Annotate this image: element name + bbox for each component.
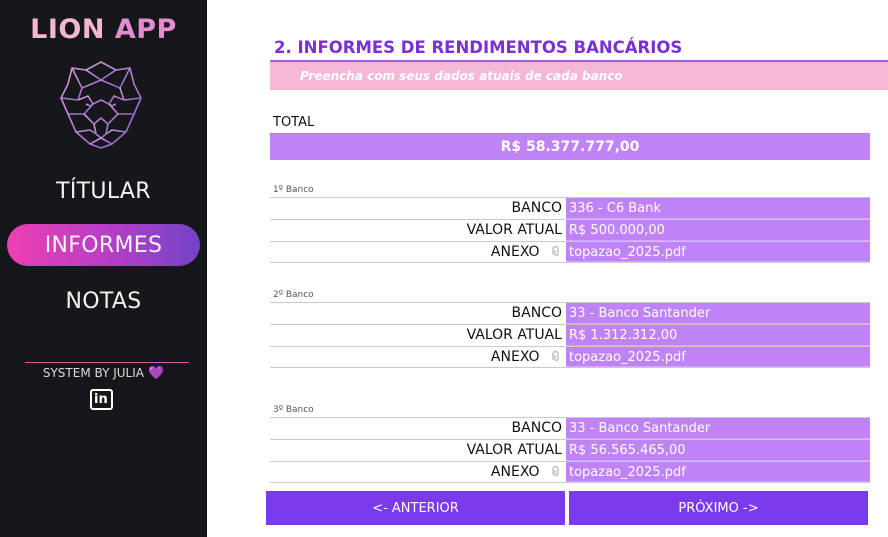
previous-button-label: <- ANTERIOR xyxy=(372,500,459,516)
bank-section-3: 3º Banco BANCO 33 - Banco Santander VALO… xyxy=(270,404,870,483)
credit-text: SYSTEM BY JULIA 💜 xyxy=(0,366,207,381)
bank-section-1: 1º Banco BANCO 336 - C6 Bank VALOR ATUAL… xyxy=(270,184,870,263)
attachment-field[interactable]: topazao_2025.pdf xyxy=(566,347,870,367)
subtitle-banner: Preencha com seus dados atuais de cada b… xyxy=(270,62,888,90)
value-field-label: VALOR ATUAL xyxy=(466,442,562,458)
bank-section-2: 2º Banco BANCO 33 - Banco Santander VALO… xyxy=(270,289,870,368)
total-label: TOTAL xyxy=(273,115,315,130)
attachment-field-label: ANEXO xyxy=(270,462,566,482)
next-button-label: PRÓXIMO -> xyxy=(678,500,759,516)
attachment-row: ANEXO topazao_2025.pdf xyxy=(270,346,870,368)
bank-row: BANCO 336 - C6 Bank xyxy=(270,197,870,219)
bank-row: BANCO 33 - Banco Santander xyxy=(270,417,870,439)
linkedin-label: in xyxy=(94,392,108,407)
previous-button[interactable]: <- ANTERIOR xyxy=(266,491,565,525)
value-field-label: VALOR ATUAL xyxy=(466,327,562,343)
paperclip-icon xyxy=(552,245,559,257)
bank-heading: 3º Banco xyxy=(273,405,314,415)
current-value-field[interactable]: R$ 500.000,00 xyxy=(566,220,870,241)
linkedin-icon[interactable]: in xyxy=(90,389,113,410)
app-title-part1: LION xyxy=(30,14,105,45)
value-field-label: VALOR ATUAL xyxy=(466,222,562,238)
paperclip-icon xyxy=(552,465,559,477)
attachment-field[interactable]: topazao_2025.pdf xyxy=(566,462,870,482)
paperclip-icon xyxy=(552,350,559,362)
app-title: LION APP xyxy=(0,14,207,45)
bank-heading: 1º Banco xyxy=(273,185,314,195)
attachment-row: ANEXO topazao_2025.pdf xyxy=(270,241,870,263)
bank-field[interactable]: 336 - C6 Bank xyxy=(566,198,870,219)
app-title-part2: APP xyxy=(114,14,177,45)
attachment-row: ANEXO topazao_2025.pdf xyxy=(270,461,870,483)
total-value-field: R$ 58.377.777,00 xyxy=(270,133,870,160)
attachment-label-text: ANEXO xyxy=(490,464,540,480)
sidebar-item-notas[interactable]: NOTAS xyxy=(7,280,200,322)
next-button[interactable]: PRÓXIMO -> xyxy=(569,491,868,525)
lion-logo-icon xyxy=(60,61,142,149)
bank-field[interactable]: 33 - Banco Santander xyxy=(566,303,870,324)
value-row: VALOR ATUAL R$ 56.565.465,00 xyxy=(270,439,870,461)
bank-row: BANCO 33 - Banco Santander xyxy=(270,302,870,324)
sidebar-divider xyxy=(25,362,189,363)
bank-heading: 2º Banco xyxy=(273,290,314,300)
attachment-field-label: ANEXO xyxy=(270,242,566,262)
bank-field[interactable]: 33 - Banco Santander xyxy=(566,418,870,439)
total-value: R$ 58.377.777,00 xyxy=(500,139,640,155)
attachment-label-text: ANEXO xyxy=(490,244,540,260)
bank-field-label: BANCO xyxy=(511,200,562,216)
sidebar-item-label: TÍTULAR xyxy=(56,178,151,204)
sidebar-item-informes[interactable]: INFORMES xyxy=(7,224,200,266)
heart-icon: 💜 xyxy=(147,366,165,381)
attachment-field-label: ANEXO xyxy=(270,347,566,367)
attachment-label-text: ANEXO xyxy=(490,349,540,365)
bank-field-label: BANCO xyxy=(511,305,562,321)
subtitle-text: Preencha com seus dados atuais de cada b… xyxy=(300,69,623,83)
current-value-field[interactable]: R$ 56.565.465,00 xyxy=(566,440,870,461)
credit-label: SYSTEM BY JULIA xyxy=(42,366,144,380)
sidebar-item-label: INFORMES xyxy=(44,232,163,258)
bank-field-label: BANCO xyxy=(511,420,562,436)
sidebar-item-titular[interactable]: TÍTULAR xyxy=(7,170,200,212)
sidebar: LION APP TÍTULAR INFORMES NOTAS SYSTEM B… xyxy=(0,0,207,537)
value-row: VALOR ATUAL R$ 500.000,00 xyxy=(270,219,870,241)
value-row: VALOR ATUAL R$ 1.312.312,00 xyxy=(270,324,870,346)
current-value-field[interactable]: R$ 1.312.312,00 xyxy=(566,325,870,346)
page-title: 2. INFORMES DE RENDIMENTOS BANCÁRIOS xyxy=(274,38,683,57)
sidebar-item-label: NOTAS xyxy=(65,288,142,314)
attachment-field[interactable]: topazao_2025.pdf xyxy=(566,242,870,262)
